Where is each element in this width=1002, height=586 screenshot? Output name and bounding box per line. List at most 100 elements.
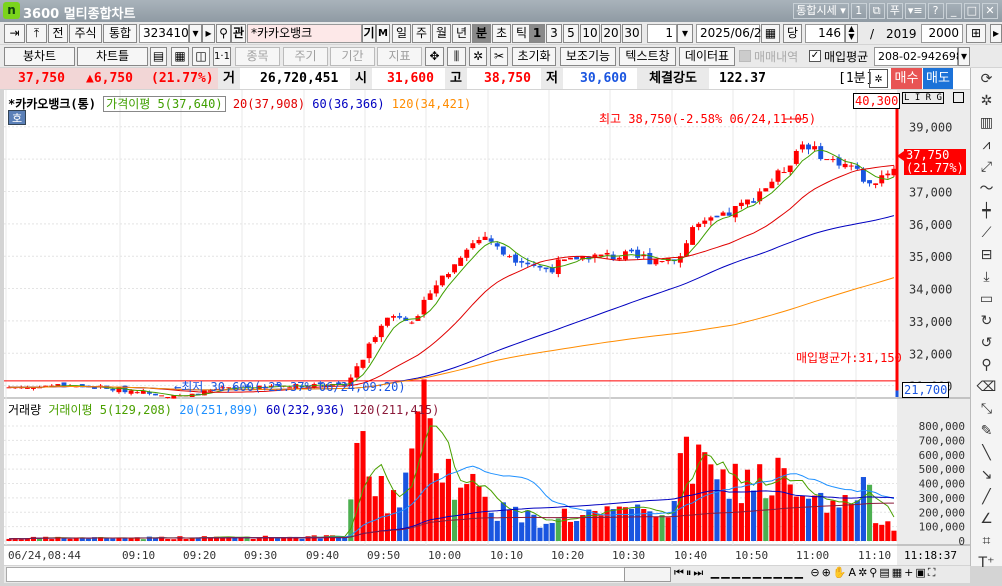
playback-controls[interactable]: ⏮⏸⏭ ▁▁▁▁▁▁▁▁▁ ⊖⊕✋A✲⚲▤▦+▣⛶ <box>674 566 937 580</box>
horizontal-scrollbar[interactable] <box>6 567 671 582</box>
account-dropdown-icon[interactable]: ▾ <box>958 47 970 66</box>
next-arrow-icon[interactable]: ▸ <box>202 24 215 43</box>
ray-tool-icon[interactable]: ↘ <box>971 464 1002 486</box>
window-control-8[interactable]: ✕ <box>982 3 998 19</box>
period-tab-1[interactable]: 주 <box>412 24 431 43</box>
download-tool-icon[interactable]: ⤓ <box>971 266 1002 288</box>
window-control-1[interactable]: 1 <box>850 3 867 19</box>
pen-tool-icon[interactable]: ✎ <box>971 420 1002 442</box>
window-control-5[interactable]: ? <box>927 3 944 19</box>
eraser-tool-icon[interactable]: ⌫ <box>971 376 1002 398</box>
period-tab-5[interactable]: 초 <box>492 24 511 43</box>
watch-button[interactable]: 관 <box>231 24 246 43</box>
date-input[interactable]: 2025/06/24 <box>696 24 769 43</box>
legend-vma60[interactable]: 60(232,936) <box>266 403 345 417</box>
minute-button-5[interactable]: 5 <box>563 24 579 43</box>
stock-name-input[interactable]: *카카오뱅크 <box>247 24 362 43</box>
window-control-3[interactable]: 푸 <box>886 3 903 19</box>
settings-icon[interactable]: ✲ <box>469 47 487 66</box>
chart-canvas[interactable]: 39,00038,00037,00036,00035,00034,00033,0… <box>4 90 970 565</box>
rotate-tool-icon[interactable]: ↻ <box>971 310 1002 332</box>
code-dropdown-icon[interactable]: ▾ <box>189 24 202 43</box>
window-control-0[interactable]: 통합시세 ▾ <box>793 3 849 19</box>
chart-settings-icon[interactable]: ✲ <box>869 69 888 88</box>
minute-button-20[interactable]: 20 <box>601 24 621 43</box>
dang-button[interactable]: 당 <box>783 24 802 43</box>
candle-tool-icon[interactable]: ┿ <box>971 200 1002 222</box>
trade-history-checkbox[interactable] <box>739 50 751 62</box>
gi-button[interactable]: 기 <box>362 24 376 43</box>
layout-icon[interactable]: ◫ <box>192 47 210 66</box>
candle-type-icon[interactable]: ⫼ <box>447 47 466 66</box>
minute-button-30[interactable]: 30 <box>622 24 642 43</box>
legend-ma20[interactable]: 20(37,908) <box>233 97 305 111</box>
text-tool-icon[interactable]: T⁺ <box>971 552 1002 574</box>
scrollbar-thumb[interactable] <box>624 567 671 582</box>
buy-button[interactable]: 매수 <box>891 68 922 89</box>
integrated-select[interactable]: 통합 <box>103 24 137 43</box>
pin-top-button[interactable]: ⤒ <box>26 24 47 43</box>
diagonal-tool-icon[interactable]: ╱ <box>971 486 1002 508</box>
grid-icon[interactable]: ▦ <box>171 47 189 66</box>
sell-button[interactable]: 매도 <box>923 68 953 89</box>
chart-frame-select[interactable]: 차트틀 <box>77 47 148 66</box>
dock-button[interactable]: ⇥ <box>4 24 25 43</box>
period-tab-4[interactable]: 분 <box>472 24 491 43</box>
quote-toggle-button[interactable]: 호 <box>8 110 26 125</box>
zoom-tool-icon[interactable]: ⚲ <box>971 354 1002 376</box>
one-to-one-icon[interactable]: 1·1 <box>213 47 231 66</box>
angle-tool-icon[interactable]: ∠ <box>971 508 1002 530</box>
auto-tool-icon[interactable]: ⤢ <box>971 156 1002 178</box>
legend-vma120[interactable]: 120(211,415) <box>353 403 440 417</box>
axis-mode-buttons[interactable]: L I R G <box>902 92 944 104</box>
legend-ma60[interactable]: 60(36,366) <box>312 97 384 111</box>
candle-chart-select[interactable]: 봉차트 <box>4 47 75 66</box>
market-select[interactable]: 주식 <box>69 24 102 43</box>
indicator-tool-icon[interactable]: ⩘ <box>971 134 1002 156</box>
refresh-tool-icon[interactable]: ⟳ <box>971 68 1002 90</box>
period-tab-2[interactable]: 월 <box>432 24 451 43</box>
minute-button-10[interactable]: 10 <box>580 24 600 43</box>
data-table-button[interactable]: 데이터표 <box>679 47 735 66</box>
window-control-4[interactable]: ▾≡ <box>904 3 926 19</box>
text-window-button[interactable]: 텍스트창 <box>619 47 676 66</box>
window-tool-icon[interactable]: ▭ <box>971 288 1002 310</box>
legend-ma5[interactable]: 가격이평 5(37,640) <box>103 96 226 112</box>
trend-tool-icon[interactable]: 〜 <box>971 178 1002 200</box>
code-input[interactable]: 323410 <box>139 24 189 43</box>
legend-vma20[interactable]: 20(251,899) <box>179 403 258 417</box>
items-button[interactable]: 종목 <box>235 47 280 66</box>
maximize-pane-icon[interactable] <box>953 92 964 103</box>
save-icon[interactable]: ▤ <box>150 47 167 66</box>
window-control-6[interactable]: _ <box>945 3 962 19</box>
bar-chart-tool-icon[interactable]: ▥ <box>971 112 1002 134</box>
line-tool-tool-icon[interactable]: ╲ <box>971 442 1002 464</box>
avg-buy-checkbox[interactable]: ✓ <box>809 50 821 62</box>
prev-button[interactable]: 전 <box>48 24 68 43</box>
window-control-2[interactable]: ⧉ <box>868 3 885 19</box>
ruler-tool-icon[interactable]: ⌗ <box>971 530 1002 552</box>
legend-vma5[interactable]: 거래이평 5(129,208) <box>48 403 172 417</box>
tools-icon[interactable]: ✂ <box>490 47 508 66</box>
interval-input[interactable]: 1 <box>647 24 677 43</box>
calendar-icon[interactable]: ▦ <box>761 24 780 43</box>
save-tool-icon[interactable]: ⊟ <box>971 244 1002 266</box>
aux-function-button[interactable]: 보조기능 <box>560 47 616 66</box>
cursor-tool-icon[interactable]: ⤡ <box>971 398 1002 420</box>
minute-button-3[interactable]: 3 <box>546 24 562 43</box>
line-tool-icon[interactable]: ⟋ <box>971 222 1002 244</box>
rotate-cw-tool-icon[interactable]: ↺ <box>971 332 1002 354</box>
add-icon[interactable]: ⊞ <box>966 24 986 43</box>
more-arrow-icon[interactable]: ▸ <box>990 24 1002 43</box>
count-input[interactable]: 146 <box>805 24 845 43</box>
legend-ma120[interactable]: 120(34,421) <box>392 97 471 111</box>
window-control-7[interactable]: □ <box>963 3 980 19</box>
reset-button[interactable]: 초기화 <box>512 47 556 66</box>
m-button[interactable]: M <box>376 24 390 43</box>
count-spinner[interactable]: ▲ ▼ <box>845 24 858 43</box>
period-button[interactable]: 기간 <box>330 47 375 66</box>
chart-area[interactable]: 39,00038,00037,00036,00035,00034,00033,0… <box>4 90 970 565</box>
minute-button-1[interactable]: 1 <box>529 24 545 43</box>
settings-tool-icon[interactable]: ✲ <box>971 90 1002 112</box>
interval-dropdown-icon[interactable]: ▾ <box>677 24 693 43</box>
